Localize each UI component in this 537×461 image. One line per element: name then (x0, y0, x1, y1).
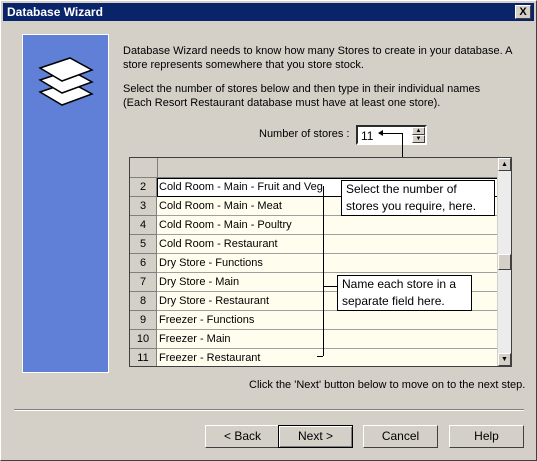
table-row[interactable]: 11 Freezer - Restaurant (130, 349, 499, 366)
grid-header-number-column (130, 158, 158, 177)
callout-bracket-foot (317, 356, 323, 357)
row-number: 5 (130, 235, 157, 254)
arrow-up-icon: ▲ (501, 161, 508, 168)
store-count-value[interactable]: 11 (361, 129, 373, 143)
store-name-field[interactable]: Freezer - Main (157, 330, 499, 349)
store-count-spinner[interactable]: 11 ▲ ▼ (356, 125, 427, 145)
arrow-down-icon: ▼ (415, 136, 422, 142)
row-number: 2 (130, 178, 157, 197)
intro-line-1: Database Wizard needs to know how many S… (123, 45, 513, 57)
intro-line-2: store represents somewhere that you stor… (123, 59, 364, 71)
callout-name-line-1: Name each store in a (342, 277, 457, 291)
arrow-down-icon: ▼ (501, 356, 508, 363)
grid-scrollbar[interactable]: ▲ ▼ (497, 158, 511, 366)
row-number: 6 (130, 254, 157, 273)
back-button[interactable]: < Back (205, 425, 280, 448)
callout-select-line-2: stores you require, here. (346, 199, 477, 213)
callout-select-stores: Select the number of stores you require,… (341, 180, 495, 216)
row-number: 10 (130, 330, 157, 349)
cancel-button[interactable]: Cancel (363, 425, 438, 448)
table-row[interactable]: 10 Freezer - Main (130, 330, 499, 349)
row-number: 8 (130, 292, 157, 311)
wizard-side-panel (22, 34, 109, 373)
store-count-label: Number of stores : (259, 128, 350, 140)
spinner-buttons: ▲ ▼ (412, 127, 425, 143)
database-wizard-window: Database Wizard X Database Wizard needs … (0, 0, 537, 461)
instructions-line-2: (Each Resort Restaurant database must ha… (123, 97, 441, 109)
callout-bracket-horizontal (323, 286, 337, 287)
title-bar[interactable]: Database Wizard X (3, 3, 534, 21)
footer-divider (14, 409, 524, 411)
footer-note: Click the 'Next' button below to move on… (249, 379, 526, 391)
spinner-down-button[interactable]: ▼ (412, 135, 425, 143)
callout-name-stores: Name each store in a separate field here… (337, 275, 472, 311)
scroll-up-button[interactable]: ▲ (498, 158, 511, 171)
window-title: Database Wizard (7, 5, 103, 19)
next-button[interactable]: Next > (278, 425, 353, 448)
row-number: 3 (130, 197, 157, 216)
store-name-field[interactable]: Freezer - Restaurant (157, 349, 499, 366)
table-row[interactable]: 4 Cold Room - Main - Poultry (130, 216, 499, 235)
row-number: 7 (130, 273, 157, 292)
intro-text: Database Wizard needs to know how many S… (123, 44, 518, 72)
row-number: 4 (130, 216, 157, 235)
store-name-field[interactable]: Cold Room - Restaurant (157, 235, 499, 254)
stacked-pages-icon (38, 57, 94, 106)
row-number: 9 (130, 311, 157, 330)
instructions-text: Select the number of stores below and th… (123, 82, 518, 110)
store-name-field[interactable]: Cold Room - Main - Poultry (157, 216, 499, 235)
spinner-up-button[interactable]: ▲ (412, 127, 425, 135)
table-row[interactable]: 5 Cold Room - Restaurant (130, 235, 499, 254)
grid-header (130, 158, 499, 178)
callout-select-line-1: Select the number of (346, 182, 457, 196)
row-number: 11 (130, 349, 157, 366)
scroll-down-button[interactable]: ▼ (498, 353, 511, 366)
table-row[interactable]: 9 Freezer - Functions (130, 311, 499, 330)
store-name-field[interactable]: Dry Store - Functions (157, 254, 499, 273)
help-button[interactable]: Help (449, 425, 524, 448)
callout-bracket-top (323, 186, 324, 356)
arrow-up-icon: ▲ (415, 128, 422, 134)
instructions-line-1: Select the number of stores below and th… (123, 83, 481, 95)
scroll-thumb[interactable] (498, 254, 511, 270)
store-name-field[interactable]: Freezer - Functions (157, 311, 499, 330)
table-row[interactable]: 6 Dry Store - Functions (130, 254, 499, 273)
callout-arrow-icon (378, 130, 403, 136)
close-icon: X (519, 5, 527, 18)
close-button[interactable]: X (515, 5, 531, 19)
callout-name-line-2: separate field here. (342, 294, 445, 308)
